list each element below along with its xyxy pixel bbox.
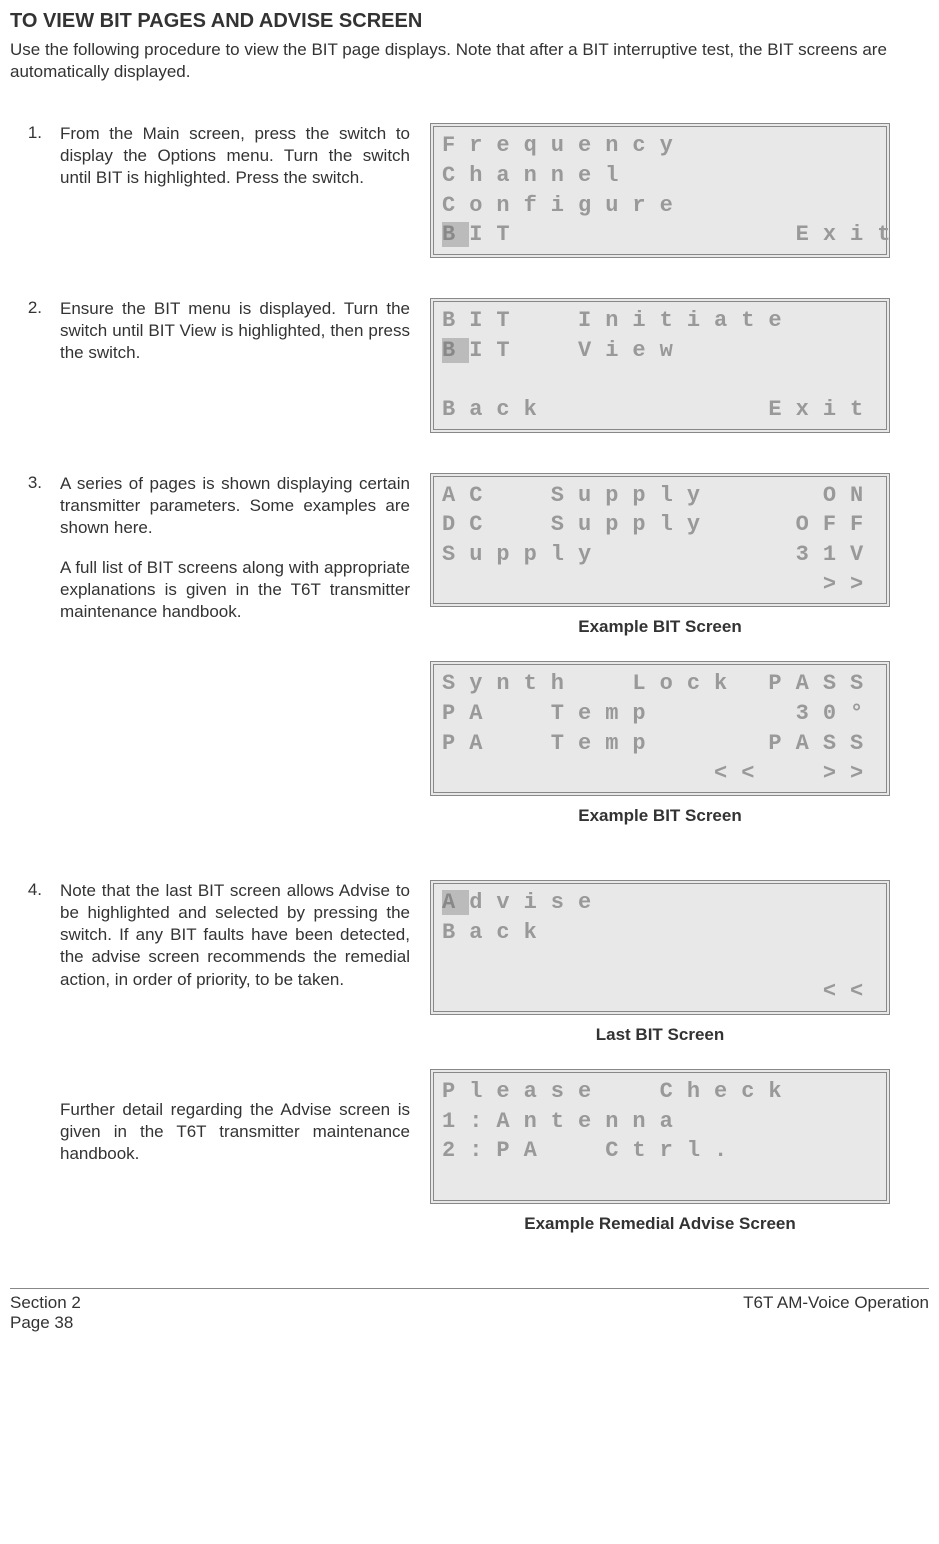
lcd-row: PA Temp 30° [442, 699, 878, 729]
lcd-row: Advise [442, 888, 878, 918]
lcd-highlight: A [442, 890, 469, 915]
step-paragraph: A series of pages is shown displaying ce… [60, 473, 410, 539]
step-4: 4. Note that the last BIT screen allows … [10, 880, 929, 1258]
lcd-row: 2:PA Ctrl. [442, 1136, 878, 1166]
lcd-remedial-screen: Please Check1:Antenna2:PA Ctrl. [430, 1069, 890, 1204]
caption-last-bit: Last BIT Screen [430, 1025, 890, 1045]
lcd-highlight: B [442, 338, 469, 363]
page-title: TO VIEW BIT PAGES AND ADVISE SCREEN [10, 10, 929, 33]
caption-example-bit-2: Example BIT Screen [430, 806, 890, 826]
lcd-options-menu: FrequencyChannelConfigureBIT Exit [430, 123, 890, 258]
lcd-text: IT Exit [469, 222, 904, 247]
step-screens: AdviseBack << Last BIT Screen Please Che… [430, 880, 929, 1258]
lcd-row: Synth Lock PASS [442, 669, 878, 699]
lcd-row [442, 948, 878, 978]
step-paragraph: Further detail regarding the Advise scre… [60, 1099, 410, 1165]
step-screens: BIT InitiateBIT View Back Exit [430, 298, 929, 443]
lcd-bit-screen-2: Synth Lock PASSPA Temp 30°PA Temp PASS <… [430, 661, 890, 796]
lcd-highlight: B [442, 222, 469, 247]
step-3: 3. A series of pages is shown displaying… [10, 473, 929, 851]
footer-left: Section 2 Page 38 [10, 1293, 81, 1333]
caption-remedial: Example Remedial Advise Screen [430, 1214, 890, 1234]
step-text: Ensure the BIT menu is displayed. Turn t… [60, 298, 430, 382]
step-number: 1. [10, 123, 60, 143]
lcd-row: BIT Initiate [442, 306, 878, 336]
step-paragraph: Note that the last BIT screen allows Adv… [60, 880, 410, 990]
lcd-bit-menu: BIT InitiateBIT View Back Exit [430, 298, 890, 433]
lcd-row: << >> [442, 759, 878, 789]
step-paragraph: From the Main screen, press the switch t… [60, 123, 410, 189]
step-number: 2. [10, 298, 60, 318]
step-number: 3. [10, 473, 60, 493]
lcd-row: >> [442, 570, 878, 600]
footer-right: T6T AM-Voice Operation [743, 1293, 929, 1333]
lcd-row: BIT View [442, 336, 878, 366]
lcd-row: BIT Exit [442, 220, 878, 250]
step-paragraph: A full list of BIT screens along with ap… [60, 557, 410, 623]
step-screens: AC Supply ONDC Supply OFFSupply 31V >> E… [430, 473, 929, 851]
spacer [60, 1009, 410, 1099]
lcd-text: dvise [469, 890, 605, 915]
lcd-row [442, 365, 878, 395]
lcd-row: AC Supply ON [442, 481, 878, 511]
caption-example-bit-1: Example BIT Screen [430, 617, 890, 637]
step-paragraph: Ensure the BIT menu is displayed. Turn t… [60, 298, 410, 364]
lcd-row: Back [442, 918, 878, 948]
step-text: Note that the last BIT screen allows Adv… [60, 880, 430, 1183]
lcd-row: Configure [442, 191, 878, 221]
lcd-row [442, 1166, 878, 1196]
lcd-row: DC Supply OFF [442, 510, 878, 540]
lcd-row: Frequency [442, 131, 878, 161]
lcd-last-bit-screen: AdviseBack << [430, 880, 890, 1015]
step-number: 4. [10, 880, 60, 900]
intro-paragraph: Use the following procedure to view the … [10, 39, 929, 83]
step-text: From the Main screen, press the switch t… [60, 123, 430, 207]
page-body: TO VIEW BIT PAGES AND ADVISE SCREEN Use … [0, 0, 939, 1353]
lcd-bit-screen-1: AC Supply ONDC Supply OFFSupply 31V >> [430, 473, 890, 608]
procedure-list: 1. From the Main screen, press the switc… [10, 123, 929, 1258]
lcd-row: << [442, 977, 878, 1007]
lcd-row: Back Exit [442, 395, 878, 425]
step-1: 1. From the Main screen, press the switc… [10, 123, 929, 268]
step-text: A series of pages is shown displaying ce… [60, 473, 430, 642]
lcd-row: Supply 31V [442, 540, 878, 570]
footer-page: Page 38 [10, 1313, 81, 1333]
lcd-row: 1:Antenna [442, 1107, 878, 1137]
lcd-row: PA Temp PASS [442, 729, 878, 759]
page-footer: Section 2 Page 38 T6T AM-Voice Operation [10, 1288, 929, 1333]
footer-section: Section 2 [10, 1293, 81, 1313]
lcd-row: Channel [442, 161, 878, 191]
step-2: 2. Ensure the BIT menu is displayed. Tur… [10, 298, 929, 443]
lcd-text: IT View [469, 338, 687, 363]
step-screens: FrequencyChannelConfigureBIT Exit [430, 123, 929, 268]
lcd-row: Please Check [442, 1077, 878, 1107]
